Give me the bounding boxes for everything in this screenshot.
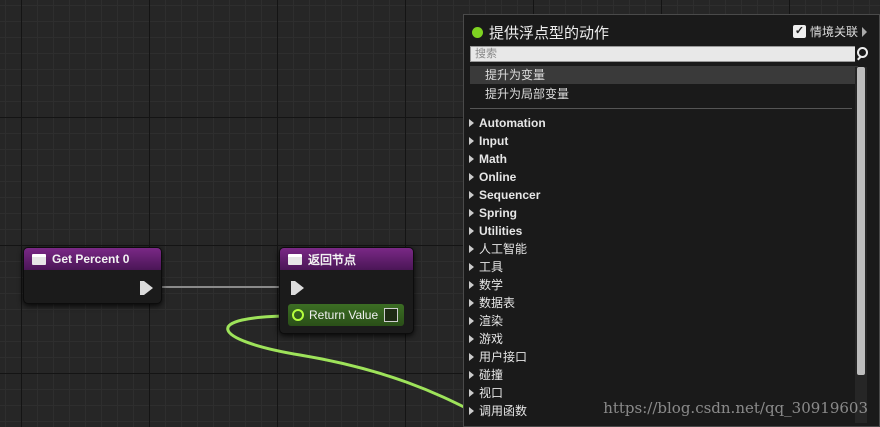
- menu-title: 提供浮点型的动作: [489, 25, 610, 42]
- function-icon: [32, 253, 46, 265]
- category-item[interactable]: Math: [469, 150, 507, 168]
- category-item[interactable]: 工具: [469, 258, 503, 276]
- category-item[interactable]: Utilities: [469, 222, 522, 240]
- expand-arrow-icon[interactable]: [469, 209, 474, 217]
- category-label: 人工智能: [479, 242, 528, 256]
- exec-in-pin[interactable]: [291, 281, 304, 295]
- category-label: 渲染: [479, 314, 504, 328]
- category-label: 游戏: [479, 332, 504, 346]
- promote-item[interactable]: 提升为局部变量: [470, 85, 858, 103]
- category-item[interactable]: Online: [469, 168, 516, 186]
- category-item[interactable]: 用户接口: [469, 348, 527, 366]
- expand-arrow-icon[interactable]: [469, 245, 474, 253]
- category-item[interactable]: Spring: [469, 204, 517, 222]
- function-icon: [288, 253, 302, 265]
- expand-arrow-icon[interactable]: [469, 371, 474, 379]
- chevron-right-icon[interactable]: [862, 26, 867, 37]
- get-percent-node[interactable]: Get Percent 0: [23, 247, 162, 304]
- category-item[interactable]: 数学: [469, 276, 503, 294]
- category-label: 用户接口: [479, 350, 528, 364]
- expand-arrow-icon[interactable]: [469, 191, 474, 199]
- expand-arrow-icon[interactable]: [469, 137, 474, 145]
- category-label: Math: [479, 152, 507, 166]
- category-item[interactable]: 碰撞: [469, 366, 503, 384]
- category-label: 碰撞: [479, 368, 504, 382]
- category-label: 数学: [479, 278, 504, 292]
- action-menu: 提供浮点型的动作 ✓ 情境关联 搜索 提升为变量 提升为局部变量 Automati…: [463, 14, 880, 427]
- promote-item[interactable]: 提升为变量: [470, 66, 858, 84]
- expand-arrow-icon[interactable]: [469, 389, 474, 397]
- category-label: Automation: [479, 116, 546, 130]
- context-sensitive-toggle[interactable]: ✓ 情境关联: [792, 23, 867, 40]
- return-node[interactable]: 返回节点 Return Value: [279, 247, 414, 334]
- return-value-pin-row[interactable]: Return Value: [288, 304, 404, 326]
- expand-arrow-icon[interactable]: [469, 263, 474, 271]
- search-input[interactable]: 搜索: [470, 46, 871, 62]
- category-item[interactable]: 游戏: [469, 330, 503, 348]
- category-item[interactable]: Automation: [469, 114, 546, 132]
- exec-out-pin[interactable]: [140, 281, 153, 295]
- category-label: Input: [479, 134, 509, 148]
- get-percent-title: Get Percent 0: [52, 252, 130, 266]
- search-placeholder: 搜索: [475, 48, 497, 60]
- category-item[interactable]: 数据表: [469, 294, 515, 312]
- category-item[interactable]: Sequencer: [469, 186, 540, 204]
- menu-header: 提供浮点型的动作: [472, 22, 609, 43]
- category-label: Spring: [479, 206, 517, 220]
- category-item[interactable]: 人工智能: [469, 240, 527, 258]
- expand-arrow-icon[interactable]: [469, 281, 474, 289]
- context-sensitive-label: 情境关联: [809, 25, 858, 39]
- expand-arrow-icon[interactable]: [469, 353, 474, 361]
- category-label: Online: [479, 170, 517, 184]
- expand-arrow-icon[interactable]: [469, 335, 474, 343]
- expand-arrow-icon[interactable]: [469, 317, 474, 325]
- category-item[interactable]: 视口: [469, 384, 503, 402]
- return-node-header[interactable]: 返回节点: [280, 248, 413, 270]
- scrollbar-thumb[interactable]: [857, 67, 865, 375]
- float-type-icon: [472, 27, 483, 38]
- return-value-checkbox[interactable]: [384, 308, 399, 322]
- category-item[interactable]: 调用函数: [469, 402, 527, 420]
- expand-arrow-icon[interactable]: [469, 155, 474, 163]
- category-label: 数据表: [479, 296, 516, 310]
- category-label: 工具: [479, 260, 504, 274]
- category-item[interactable]: Input: [469, 132, 508, 150]
- category-item[interactable]: 渲染: [469, 312, 503, 330]
- expand-arrow-icon[interactable]: [469, 173, 474, 181]
- expand-arrow-icon[interactable]: [469, 227, 474, 235]
- category-label: 调用函数: [479, 404, 528, 418]
- return-value-label: Return Value: [309, 308, 379, 322]
- search-icon[interactable]: [855, 46, 871, 62]
- get-percent-header[interactable]: Get Percent 0: [24, 248, 161, 270]
- category-label: Utilities: [479, 224, 523, 238]
- return-node-title: 返回节点: [308, 252, 357, 267]
- category-label: Sequencer: [479, 188, 541, 202]
- expand-arrow-icon[interactable]: [469, 119, 474, 127]
- category-label: 视口: [479, 386, 504, 400]
- checkbox-checked-icon[interactable]: ✓: [792, 25, 806, 38]
- menu-divider: [470, 108, 852, 109]
- expand-arrow-icon[interactable]: [469, 299, 474, 307]
- float-pin-icon[interactable]: [292, 309, 304, 321]
- expand-arrow-icon[interactable]: [469, 407, 474, 415]
- watermark-text: https://blog.csdn.net/qq_30919603: [603, 399, 868, 417]
